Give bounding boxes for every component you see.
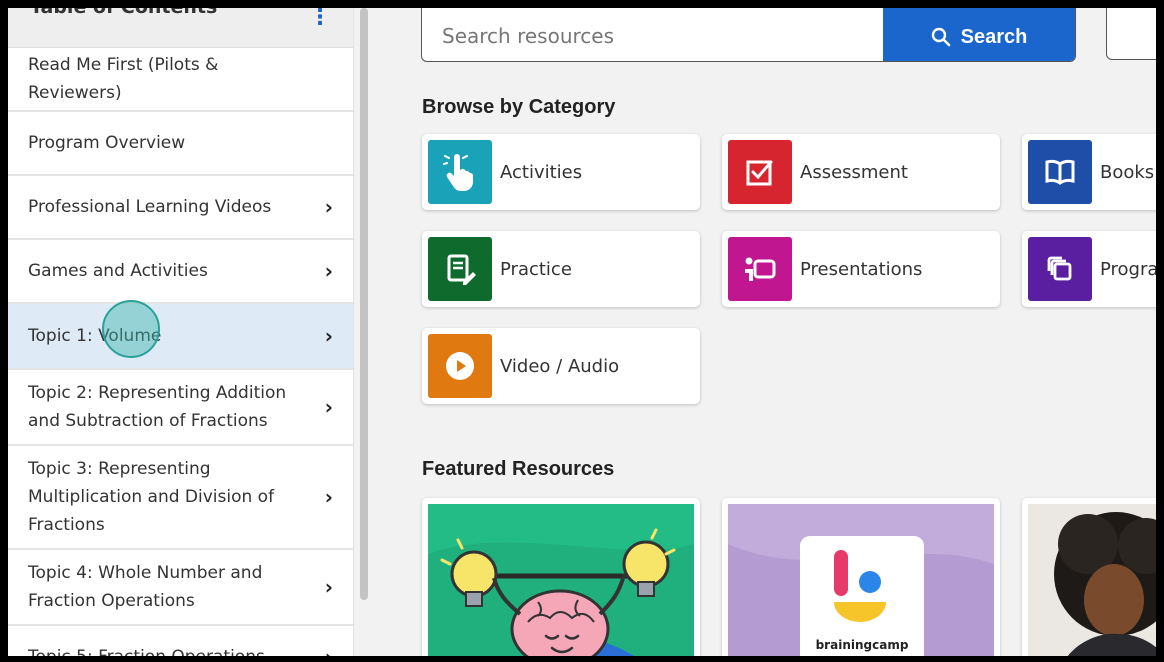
search-button-label: Search (960, 25, 1028, 48)
brainingcamp-logo-text: brainingcamp (815, 638, 909, 652)
toc-item-topic-2[interactable]: Topic 2: Representing Addition and Subtr… (8, 370, 353, 446)
chevron-right-icon: › (324, 485, 333, 509)
play-icon (428, 334, 492, 398)
category-label: Presentations (800, 258, 923, 280)
chevron-right-icon: › (324, 324, 333, 348)
main-content: Search Browse by Category Activities (378, 8, 1156, 656)
practice-pencil-icon (428, 237, 492, 301)
sidebar-scrollbar[interactable] (360, 8, 368, 600)
category-label: Books / (1100, 161, 1156, 183)
search-input[interactable] (422, 8, 882, 61)
search-button[interactable]: Search (883, 8, 1075, 61)
toc-item-professional-learning-videos[interactable]: Professional Learning Videos › (8, 176, 353, 240)
toc-item-label: Games and Activities (28, 261, 208, 281)
brain-lifting-icon (428, 504, 694, 656)
toc-item-games-and-activities[interactable]: Games and Activities › (8, 240, 353, 304)
search-icon (931, 27, 950, 47)
toc-item-read-me-first[interactable]: Read Me First (Pilots & Reviewers) (8, 48, 353, 112)
toc-item-topic-5[interactable]: Topic 5: Fraction Operations › (8, 626, 353, 656)
toc-title: Table of Contents (30, 8, 217, 18)
featured-card-student-photo[interactable] (1022, 498, 1156, 656)
chevron-right-icon: › (324, 575, 333, 599)
toc-item-label: Program Overview (28, 133, 186, 153)
featured-resources-title: Featured Resources (422, 458, 615, 480)
toc-item-topic-4[interactable]: Topic 4: Whole Number and Fraction Opera… (8, 550, 353, 626)
category-label: Activities (500, 161, 583, 183)
chevron-right-icon: › (324, 195, 333, 219)
toc-item-label: Topic 4: Whole Number and Fraction Opera… (28, 563, 263, 611)
toc-item-topic-1[interactable]: Topic 1: Volume › (8, 304, 353, 370)
brainingcamp-logo-icon: brainingcamp (728, 504, 994, 656)
category-label: Video / Audio (500, 355, 620, 377)
toc-item-program-overview[interactable]: Program Overview (8, 112, 353, 176)
toc-item-label: Topic 3: Representing Multiplication and… (28, 459, 275, 535)
chevron-right-icon: › (324, 395, 333, 419)
toc-item-label: Read Me First (Pilots & Reviewers) (28, 55, 219, 103)
toc-item-label: Topic 1: Volume (28, 326, 162, 346)
featured-card-brainingcamp[interactable]: brainingcamp (722, 498, 1000, 656)
presentation-icon (728, 237, 792, 301)
toc-item-label: Professional Learning Videos (28, 197, 272, 217)
browse-by-category-title: Browse by Category (422, 96, 616, 118)
category-label: Assessment (800, 161, 908, 183)
search-box: Search (421, 8, 1076, 62)
toc-item-topic-3[interactable]: Topic 3: Representing Multiplication and… (8, 446, 353, 550)
category-activities[interactable]: Activities (422, 134, 700, 210)
program-stack-icon (1028, 237, 1092, 301)
table-of-contents-panel: Table of Contents ⋮ Read Me First (Pilot… (8, 8, 354, 656)
category-presentations[interactable]: Presentations (722, 231, 1000, 307)
category-video-audio[interactable]: Video / Audio (422, 328, 700, 404)
checkbox-icon (728, 140, 792, 204)
category-assessment[interactable]: Assessment (722, 134, 1000, 210)
category-label: Practice (500, 258, 572, 280)
toc-item-label: Topic 2: Representing Addition and Subtr… (28, 383, 287, 431)
toc-header: Table of Contents ⋮ (8, 8, 353, 48)
pointer-hand-icon (428, 140, 492, 204)
chevron-right-icon: › (324, 259, 333, 283)
category-programs[interactable]: Progra (1022, 231, 1156, 307)
filter-button[interactable] (1106, 8, 1156, 60)
category-label: Progra (1100, 258, 1156, 280)
featured-card-brain[interactable] (422, 498, 700, 656)
person-photo-icon (1028, 504, 1156, 656)
chevron-right-icon: › (325, 643, 333, 656)
book-icon (1028, 140, 1092, 204)
category-practice[interactable]: Practice (422, 231, 700, 307)
category-books[interactable]: Books / (1022, 134, 1156, 210)
more-options-icon[interactable]: ⋮ (309, 8, 331, 29)
app-window: Table of Contents ⋮ Read Me First (Pilot… (8, 8, 1156, 656)
toc-item-label: Topic 5: Fraction Operations (28, 643, 265, 656)
